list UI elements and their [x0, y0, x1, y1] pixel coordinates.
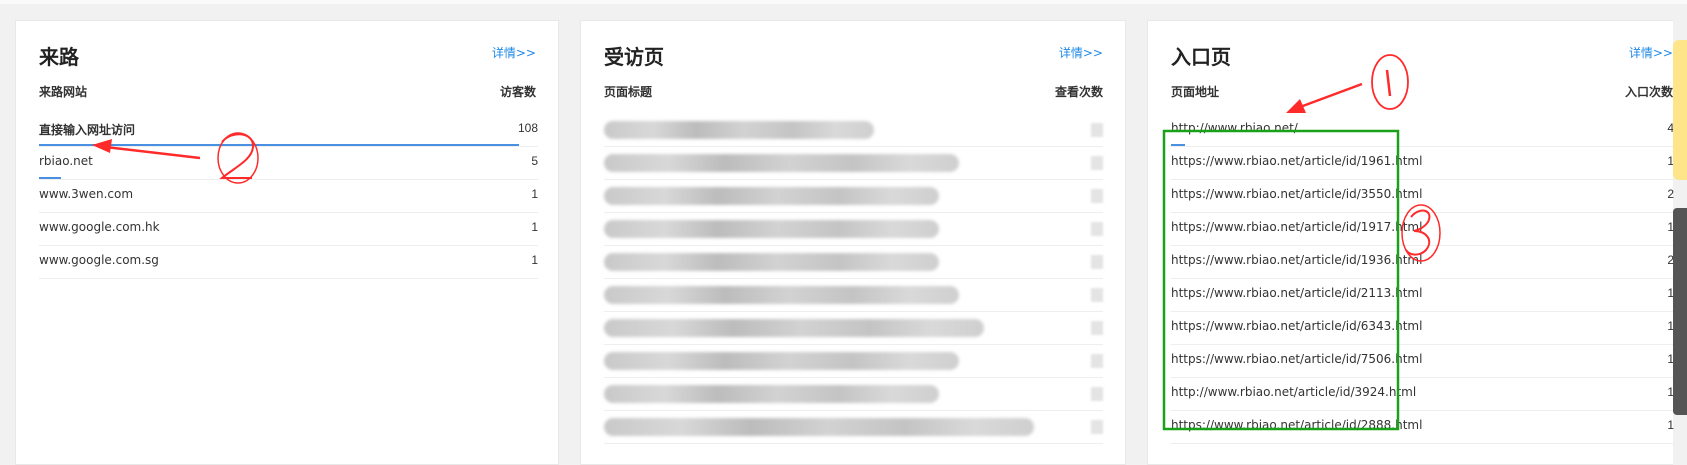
highlight-box-annotation	[1162, 129, 1400, 431]
number-1-annotation	[1385, 69, 1392, 97]
number-3-annotation	[1405, 209, 1431, 256]
circle-annotation	[1371, 54, 1409, 110]
annotation-layer	[92, 54, 1441, 431]
number-2-annotation	[219, 133, 255, 179]
arrow-annotation	[1286, 82, 1363, 113]
circle-annotation	[217, 132, 259, 184]
arrow-annotation	[92, 139, 201, 160]
